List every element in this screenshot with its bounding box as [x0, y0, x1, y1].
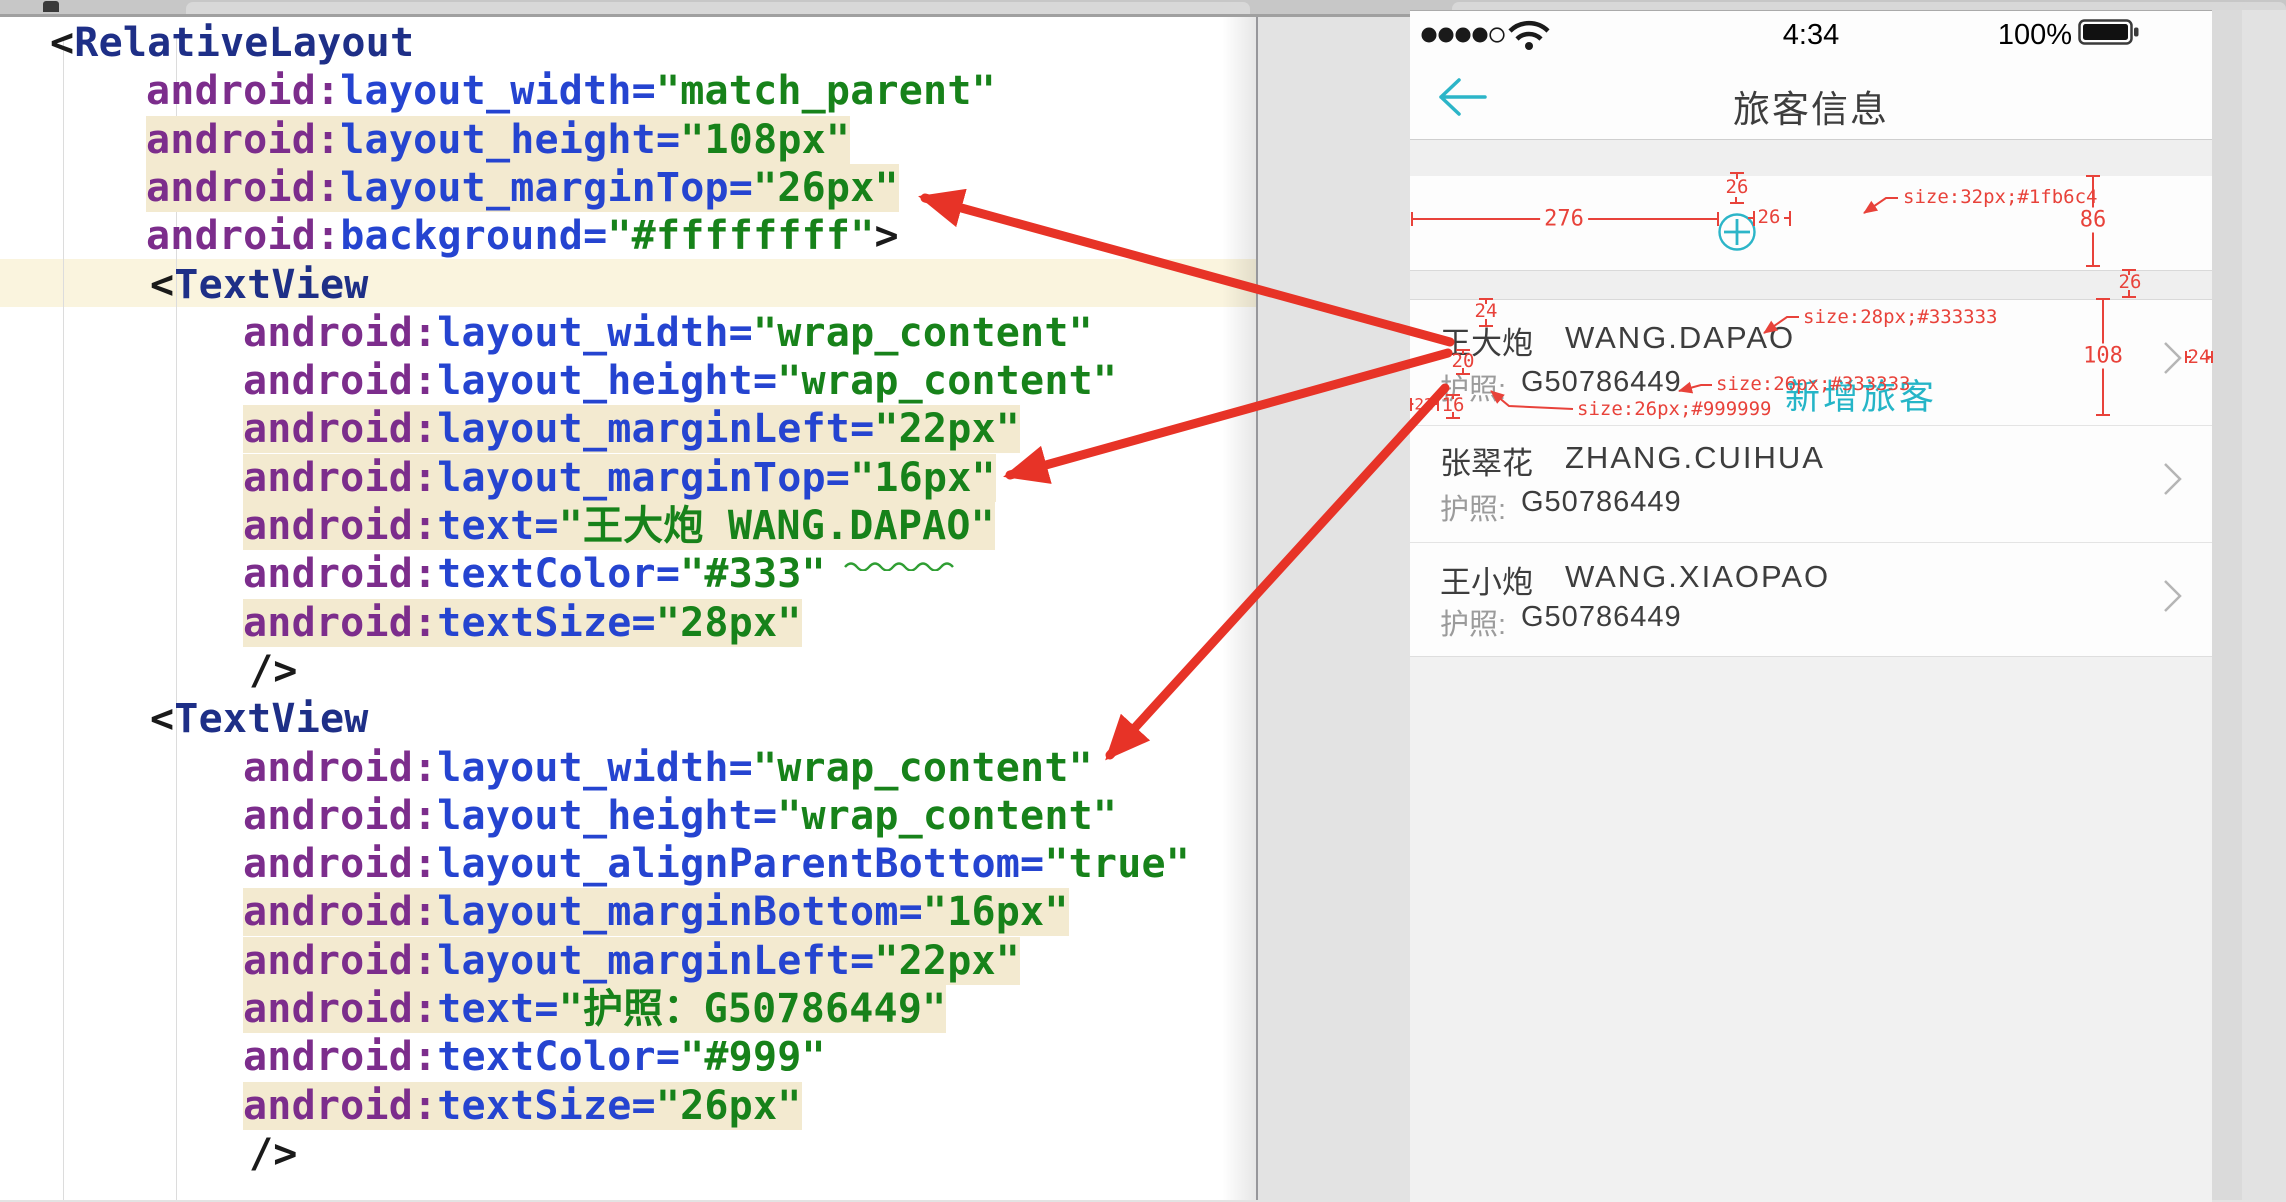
status-bar: 4:34 100% — [1410, 11, 2212, 59]
chrome-tab-left[interactable] — [186, 2, 1250, 14]
code-line: android:textSize="28px" — [243, 599, 802, 647]
dim-label-24-chevron: 24 — [2188, 346, 2211, 368]
dim-label-26-band: 26 — [2119, 271, 2142, 293]
code-line: android:layout_height="108px" — [146, 116, 850, 164]
code-line: android:background="#ffffffff"> — [146, 212, 899, 260]
editor-right-border — [1256, 17, 1258, 1200]
passenger-row[interactable]: 张翠花 ZHANG.CUIHUA 护照: G50786449 — [1410, 426, 2212, 543]
battery-icon — [2078, 19, 2140, 49]
passport-label: 护照: — [1440, 601, 1506, 643]
code-editor[interactable]: <RelativeLayoutandroid:layout_width="mat… — [0, 17, 1258, 1200]
size-label-26px-grey: size:26px;#999999 — [1577, 398, 1771, 420]
code-line: android:layout_marginLeft="22px" — [243, 405, 1020, 453]
section-gap-band — [1410, 140, 2212, 177]
dim-label-24: 24 — [1475, 300, 1498, 322]
passenger-latin: ZHANG.CUIHUA — [1565, 440, 1825, 476]
code-line: /> — [249, 647, 298, 695]
dim-label-276: 276 — [1540, 207, 1588, 232]
screenshot-root: { "editor": { "lines": [ {"x":50, "hl":f… — [0, 0, 2286, 1200]
dim-label-16: 16 — [1442, 394, 1465, 416]
passenger-latin: WANG.XIAOPAO — [1565, 559, 1830, 595]
passenger-latin: WANG.DAPAO — [1565, 320, 1795, 356]
code-line: android:layout_alignParentBottom="true" — [243, 840, 1190, 888]
size-label-28px: size:28px;#333333 — [1803, 306, 1997, 328]
section-gap-band — [1410, 270, 2212, 300]
code-line: android:textColor="#333" — [243, 550, 826, 598]
spellcheck-squiggle — [843, 561, 973, 571]
code-line: <TextView — [150, 695, 369, 743]
phone-empty-area — [1410, 656, 2212, 1202]
code-line: android:text="王大炮 WANG.DAPAO" — [243, 502, 995, 550]
dim-label-22: 22 — [1413, 395, 1434, 414]
code-line: android:layout_height="wrap_content" — [243, 792, 1117, 840]
editor-edge-shadow — [1222, 17, 1258, 1200]
passport-number: G50786449 — [1521, 486, 1682, 519]
chevron-right-icon — [2163, 341, 2183, 375]
code-line: <RelativeLayout — [50, 19, 414, 67]
passport-label: 护照: — [1440, 486, 1506, 528]
code-line: android:layout_height="wrap_content" — [243, 357, 1117, 405]
chevron-right-icon — [2163, 462, 2183, 496]
chrome-tab-icon — [43, 1, 59, 12]
battery-percent: 100% — [1998, 19, 2072, 52]
plus-circle-icon[interactable] — [1715, 210, 1759, 254]
nav-bar: 旅客信息 — [1410, 59, 2212, 139]
right-edge-strip — [2212, 10, 2286, 1200]
dim-label-26-top: 26 — [1726, 176, 1749, 198]
passenger-name: 张翠花 — [1440, 438, 1533, 483]
size-label-26px-dark: size:26px;#333333 — [1716, 373, 1910, 395]
code-line: /> — [249, 1130, 298, 1178]
window-gap — [1260, 17, 1410, 1200]
chevron-right-icon — [2163, 579, 2183, 613]
passenger-name: 王小炮 — [1440, 557, 1533, 602]
page-title: 旅客信息 — [1410, 79, 2212, 133]
code-line: android:layout_width="wrap_content" — [243, 309, 1093, 357]
code-line: android:layout_marginLeft="22px" — [243, 937, 1020, 985]
code-line: android:layout_marginBottom="16px" — [243, 888, 1069, 936]
code-line: android:textSize="26px" — [243, 1082, 802, 1130]
indent-guide — [63, 37, 64, 1200]
size-label-32px: size:32px;#1fb6c4 — [1903, 186, 2097, 208]
passport-number: G50786449 — [1521, 601, 1682, 634]
code-line: android:text="护照：G50786449" — [243, 985, 946, 1033]
code-line: android:textColor="#999" — [243, 1033, 826, 1081]
code-line: android:layout_marginTop="16px" — [243, 454, 996, 502]
code-line: android:layout_width="wrap_content" — [243, 744, 1093, 792]
dim-label-108: 108 — [2079, 344, 2127, 369]
code-line: android:layout_marginTop="26px" — [146, 164, 899, 212]
dim-label-86: 86 — [2076, 208, 2111, 233]
passport-number: G50786449 — [1521, 366, 1682, 399]
code-line: <TextView — [150, 261, 369, 309]
dim-label-26-gap: 26 — [1758, 206, 1781, 228]
dim-label-20: 20 — [1452, 350, 1475, 372]
code-line: android:layout_width="match_parent" — [146, 67, 996, 115]
passenger-row[interactable]: 王小炮 WANG.XIAOPAO 护照: G50786449 — [1410, 543, 2212, 656]
